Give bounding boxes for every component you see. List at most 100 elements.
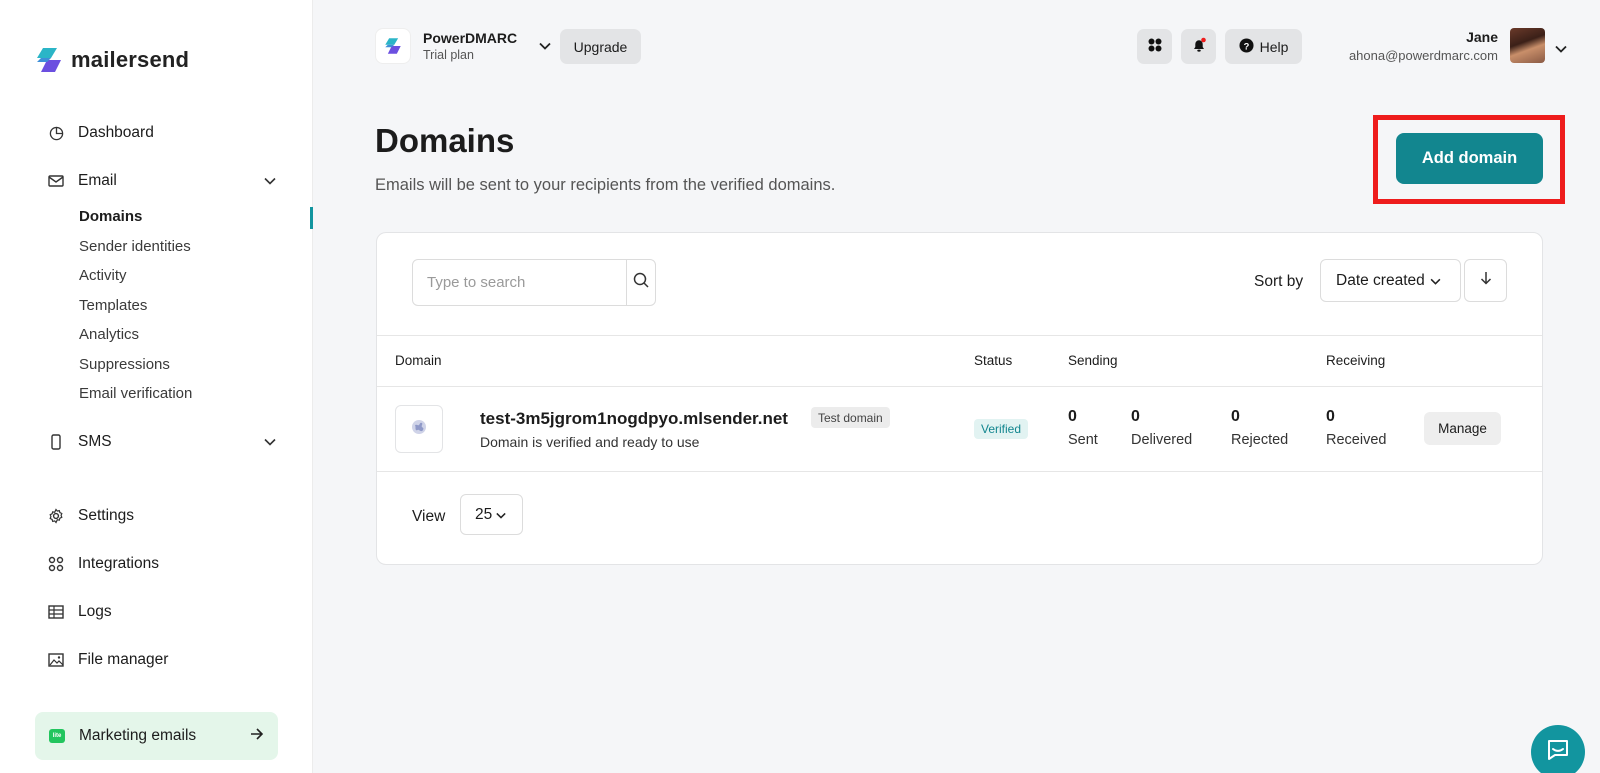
stat-label: Sent — [1068, 432, 1098, 448]
org-name: PowerDMARC — [423, 30, 518, 46]
help-button[interactable]: ? Help — [1225, 29, 1302, 64]
stat-value: 0 — [1326, 408, 1335, 425]
sort-select[interactable]: Date created — [1320, 259, 1461, 302]
envelope-icon — [48, 173, 64, 189]
active-indicator — [310, 207, 313, 229]
sort-value: Date created — [1336, 271, 1425, 289]
avatar — [1510, 28, 1545, 63]
column-domain: Domain — [395, 353, 442, 368]
upgrade-button[interactable]: Upgrade — [560, 29, 641, 64]
lite-badge-icon: lite — [49, 729, 65, 743]
column-receiving: Receiving — [1326, 353, 1386, 368]
sort-direction-button[interactable] — [1464, 259, 1507, 302]
marketing-emails-label: Marketing emails — [79, 727, 197, 744]
nav-sms[interactable]: SMS — [48, 433, 276, 451]
nav-analytics[interactable]: Analytics — [79, 326, 139, 343]
page-subtitle: Emails will be sent to your recipients f… — [375, 176, 836, 194]
stat-sent: 0 Sent — [1068, 408, 1098, 448]
image-icon — [48, 652, 64, 668]
chat-launcher[interactable] — [1531, 725, 1585, 773]
nav-logs[interactable]: Logs — [48, 603, 112, 621]
help-label: Help — [1259, 38, 1289, 55]
stat-label: Received — [1326, 432, 1387, 448]
per-page-select[interactable]: 25 — [460, 494, 523, 535]
stat-value: 0 — [1068, 408, 1077, 425]
phone-icon — [48, 434, 64, 450]
stat-value: 0 — [1131, 408, 1140, 425]
search-button[interactable] — [626, 260, 655, 305]
stat-received: 0 Received — [1326, 408, 1386, 448]
chevron-down-icon — [496, 506, 506, 524]
apps-button[interactable] — [1137, 29, 1172, 64]
domain-description: Domain is verified and ready to use — [480, 434, 700, 450]
domains-card: Sort by Date created Domain Status Sendi… — [376, 232, 1543, 565]
notifications-button[interactable] — [1181, 29, 1216, 64]
nav-dashboard-label: Dashboard — [78, 124, 154, 141]
nav-email-label: Email — [78, 172, 117, 189]
org-logo-icon — [375, 28, 411, 64]
column-status: Status — [974, 353, 1013, 368]
globe-icon — [411, 419, 427, 440]
domain-icon-box — [395, 405, 443, 453]
page-title: Domains — [375, 122, 515, 159]
manage-button[interactable]: Manage — [1424, 412, 1501, 445]
search-input[interactable] — [413, 260, 626, 305]
stat-label: Rejected — [1231, 432, 1289, 448]
gear-icon — [48, 508, 64, 524]
user-name: Jane — [1466, 28, 1498, 45]
nav-file-manager-label: File manager — [78, 651, 169, 668]
nav-logs-label: Logs — [78, 603, 112, 620]
nav-domains[interactable]: Domains — [79, 208, 142, 225]
chevron-down-icon — [539, 37, 551, 55]
search-box — [412, 259, 656, 306]
mailersend-logo-icon — [37, 48, 61, 72]
chat-icon — [1546, 739, 1570, 766]
per-page-value: 25 — [475, 505, 493, 523]
sidebar: mailersend Dashboard Email Domains Sende… — [0, 0, 313, 773]
nav-integrations-label: Integrations — [78, 555, 159, 572]
bell-icon — [1191, 37, 1207, 56]
question-circle-icon: ? — [1239, 37, 1254, 56]
nav-sms-label: SMS — [78, 433, 112, 450]
add-domain-button[interactable]: Add domain — [1396, 133, 1543, 184]
logo[interactable]: mailersend — [35, 46, 189, 74]
nav-activity[interactable]: Activity — [79, 267, 127, 284]
svg-text:?: ? — [1243, 41, 1249, 51]
stat-delivered: 0 Delivered — [1131, 408, 1192, 448]
table-header: Domain Status Sending Receiving — [377, 335, 1542, 387]
domain-name[interactable]: test-3m5jgrom1nogdpyo.mlsender.net — [480, 409, 788, 429]
org-plan: Trial plan — [423, 48, 474, 62]
brand-name: mailersend — [71, 47, 190, 72]
nav-email-verification[interactable]: Email verification — [79, 385, 192, 402]
nav-sender-identities[interactable]: Sender identities — [79, 238, 191, 255]
test-domain-badge: Test domain — [811, 407, 890, 428]
user-menu[interactable]: Jane ahona@powerdmarc.com — [1348, 28, 1567, 63]
table-row: test-3m5jgrom1nogdpyo.mlsender.net Test … — [377, 387, 1542, 472]
nav-file-manager[interactable]: File manager — [48, 651, 168, 669]
nav-dashboard[interactable]: Dashboard — [48, 124, 154, 142]
chevron-down-icon — [1430, 272, 1441, 290]
marketing-emails-link[interactable]: lite Marketing emails — [35, 712, 278, 760]
sort-label: Sort by — [1254, 273, 1304, 290]
stat-value: 0 — [1231, 408, 1240, 425]
pie-chart-icon — [48, 125, 64, 141]
search-icon — [633, 272, 649, 293]
apps-grid-icon — [1148, 38, 1162, 55]
integrations-icon — [48, 556, 64, 572]
status-badge: Verified — [974, 419, 1029, 439]
chevron-down-icon — [264, 433, 276, 451]
nav-templates[interactable]: Templates — [79, 297, 147, 314]
table-icon — [48, 604, 64, 620]
nav-suppressions[interactable]: Suppressions — [79, 356, 170, 373]
user-email: ahona@powerdmarc.com — [1348, 47, 1498, 63]
chevron-down-icon — [1555, 40, 1567, 58]
nav-integrations[interactable]: Integrations — [48, 555, 159, 573]
nav-email[interactable]: Email — [48, 172, 276, 190]
nav-settings[interactable]: Settings — [48, 507, 134, 525]
chevron-down-icon — [264, 172, 276, 190]
organization-switcher[interactable]: PowerDMARC Trial plan — [375, 28, 551, 64]
arrow-down-icon — [1480, 271, 1492, 290]
stat-label: Delivered — [1131, 432, 1193, 448]
column-sending: Sending — [1068, 353, 1118, 368]
nav-settings-label: Settings — [78, 507, 135, 524]
